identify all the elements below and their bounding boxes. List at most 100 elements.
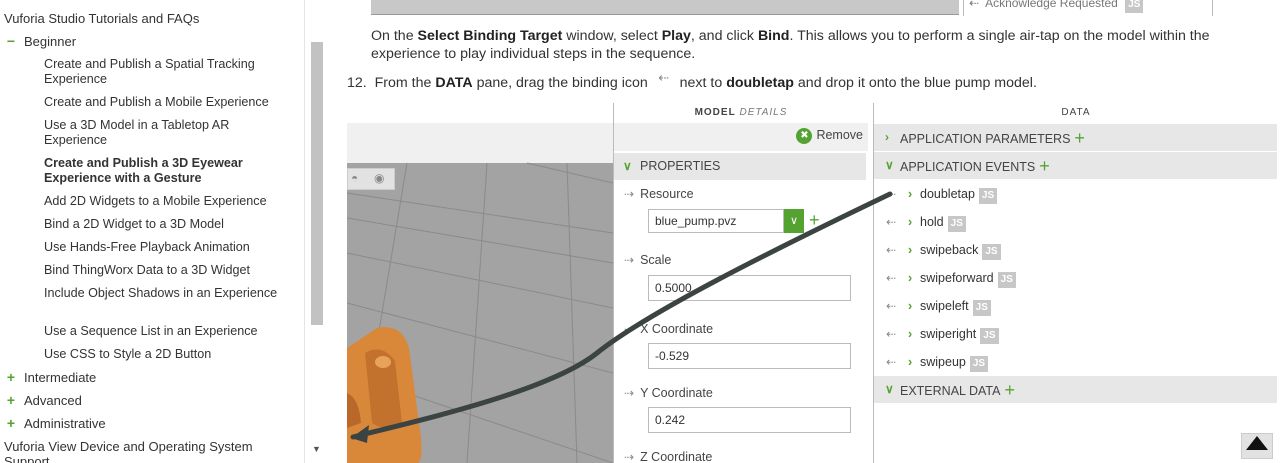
eye-icon[interactable]: ◉ [374,171,384,185]
chevron-right-icon[interactable]: › [908,268,920,288]
js-badge[interactable]: JS [969,356,989,372]
toc-item-tutorials[interactable]: Vuforia Studio Tutorials and FAQs [4,11,294,26]
hide-icon[interactable]: ◓ [351,171,358,185]
text: window, select [562,28,662,44]
binding-icon[interactable]: ⇢︎ [624,450,634,463]
remove-button[interactable]: ✖ Remove [796,128,863,145]
properties-section[interactable]: ∨ PROPERTIES [614,153,866,180]
chevron-right-icon[interactable]: › [908,352,920,372]
chevron-right-icon[interactable]: › [908,184,920,204]
event-swipeup[interactable]: ⇠︎ › swipeup JS [886,352,989,372]
binding-icon[interactable]: ⇠︎ [886,352,908,372]
x-coordinate-input[interactable]: -0.529 [648,343,851,369]
toc-item-advanced[interactable]: Advanced [24,393,294,408]
section-label: APPLICATION PARAMETERS [900,132,1071,146]
toc-item-intermediate[interactable]: Intermediate [24,370,294,385]
toc-item-thingworx[interactable]: Bind ThingWorx Data to a 3D Widget [44,263,289,278]
chevron-down-icon[interactable]: ∨ [784,209,804,233]
divider [963,0,964,16]
toc-sidebar: Vuforia Studio Tutorials and FAQs − Begi… [0,0,304,463]
y-coordinate-label: ⇢︎ Y Coordinate [624,386,713,400]
add-icon[interactable]: + [1074,128,1085,148]
event-swipeleft[interactable]: ⇠︎ › swipeleft JS [886,296,991,316]
expand-icon[interactable]: + [5,370,17,385]
ui-term: doubletap [726,75,794,91]
ui-term: Bind [757,28,790,44]
binding-icon[interactable]: ⇢︎ [624,322,634,336]
application-parameters-section[interactable]: › APPLICATION PARAMETERS + [874,124,1277,151]
event-doubletap[interactable]: ⇠︎ › doubletap JS [886,184,998,204]
event-swipeforward[interactable]: ⇠︎ › swipeforward JS [886,268,1016,288]
chevron-right-icon[interactable]: › [908,212,920,232]
js-badge[interactable]: JS [980,328,999,344]
step-11-paragraph: On the Select Binding Target window, sel… [371,27,1271,63]
z-coordinate-label: ⇢︎ Z Coordinate [624,450,712,463]
y-coordinate-input[interactable]: 0.242 [648,407,851,433]
toc-item-hands-free[interactable]: Use Hands-Free Playback Animation [44,240,289,255]
binding-icon[interactable]: ⇠︎ [886,268,908,288]
add-resource-icon[interactable]: + [809,208,820,232]
back-to-top-icon [1246,436,1268,450]
expand-icon[interactable]: + [5,393,17,408]
application-events-section[interactable]: ∨ APPLICATION EVENTS + [874,152,1277,179]
scroll-down-icon[interactable]: ▼ [312,444,322,454]
event-swiperight[interactable]: ⇠︎ › swiperight JS [886,324,999,344]
event-label: swipeforward [920,271,994,285]
toc-item-spatial-tracking[interactable]: Create and Publish a Spatial Tracking Ex… [44,57,289,87]
toc-item-bind-2d-widget[interactable]: Bind a 2D Widget to a 3D Model [44,217,289,232]
toc-item-mobile-experience[interactable]: Create and Publish a Mobile Experience [44,95,289,110]
label-text: X Coordinate [640,322,714,336]
chevron-right-icon[interactable]: › [908,324,920,344]
js-badge[interactable]: JS [997,272,1016,288]
toc-item-shadows[interactable]: Include Object Shadows in an Experience [44,286,289,301]
divider [1212,0,1213,16]
event-hold[interactable]: ⇠︎ › hold JS [886,212,966,232]
add-icon[interactable]: + [1039,156,1050,176]
toc-item-device-support[interactable]: Vuforia View Device and Operating System… [4,439,294,463]
toc-item-css-button[interactable]: Use CSS to Style a 2D Button [44,347,289,362]
chevron-right-icon[interactable]: › [908,240,920,260]
toc-item-eyewear-gesture[interactable]: Create and Publish a 3D Eyewear Experien… [44,156,289,186]
js-badge[interactable]: JS [978,188,998,204]
binding-icon[interactable]: ⇢︎ [624,253,634,267]
section-label: PROPERTIES [640,159,721,173]
event-label: swipeleft [920,299,969,313]
scale-label: ⇢︎ Scale [624,253,671,267]
toc-item-2d-widgets[interactable]: Add 2D Widgets to a Mobile Experience [44,194,289,209]
x-coordinate-label: ⇢︎ X Coordinate [624,322,713,336]
back-to-top-button[interactable] [1241,433,1273,459]
label-text: Y Coordinate [640,386,713,400]
js-badge[interactable]: JS [947,216,966,232]
scale-input[interactable]: 0.5000 [648,275,851,301]
binding-icon[interactable]: ⇢︎ [624,187,634,201]
add-icon[interactable]: + [1004,380,1015,400]
sidebar-scroll-thumb[interactable] [311,42,323,325]
binding-icon[interactable]: ⇠︎ [886,324,908,344]
model-details-title: MODEL DETAILS [614,107,868,118]
js-badge[interactable]: JS [972,300,991,316]
collapse-icon[interactable]: − [5,34,17,49]
js-badge[interactable]: JS [982,244,1001,260]
external-data-section[interactable]: ∨ EXTERNAL DATA + [874,376,1277,403]
text: . This allows you to perform a single ai… [789,28,1210,44]
binding-icon[interactable]: ⇠︎ [886,240,908,260]
toc-item-tabletop-ar[interactable]: Use a 3D Model in a Tabletop AR Experien… [44,118,289,148]
previous-screenshot-strip: ⇠︎ Acknowledge Requested JS [371,0,1214,16]
toc-item-sequence-list[interactable]: Use a Sequence List in an Experience [44,324,289,339]
binding-icon[interactable]: ⇠︎ [886,296,908,316]
text: On the [371,28,418,44]
expand-icon[interactable]: + [5,416,17,431]
event-label: hold [920,215,944,229]
label-text: Z Coordinate [640,450,713,463]
event-label: swipeback [920,243,979,257]
binding-icon[interactable]: ⇠︎ [886,184,908,204]
chevron-right-icon[interactable]: › [908,296,920,316]
toc-item-beginner[interactable]: Beginner [24,34,294,49]
toc-item-administrative[interactable]: Administrative [24,416,294,431]
ui-term: Play [661,28,691,44]
event-swipeback[interactable]: ⇠︎ › swipeback JS [886,240,1001,260]
binding-icon[interactable]: ⇠︎ [886,212,908,232]
chevron-down-icon: ∨ [885,382,894,396]
resource-select[interactable]: blue_pump.pvz [648,209,784,233]
binding-icon[interactable]: ⇢︎ [624,386,634,400]
